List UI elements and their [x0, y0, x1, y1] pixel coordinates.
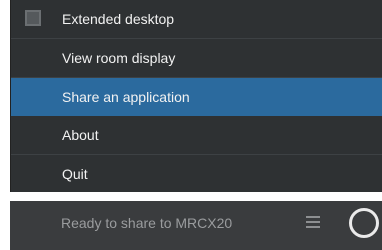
hamburger-line [306, 226, 320, 228]
menu-item-label: Share an application [62, 89, 190, 105]
extended-desktop-checkbox[interactable] [25, 10, 41, 26]
status-bar: Ready to share to MRCX20 [10, 201, 382, 250]
menu-item-about[interactable]: About [11, 116, 382, 154]
menu-item-label: Quit [62, 166, 88, 182]
hamburger-line [306, 221, 320, 223]
circle-icon[interactable] [349, 208, 379, 238]
hamburger-icon[interactable] [306, 216, 320, 228]
menu-item-share-an-application[interactable]: Share an application [11, 78, 382, 116]
menu-item-quit[interactable]: Quit [11, 155, 382, 193]
menu-item-label: About [62, 127, 99, 143]
hamburger-line [306, 216, 320, 218]
context-menu: Extended desktop View room display Share… [10, 0, 382, 192]
status-text: Ready to share to MRCX20 [61, 215, 233, 231]
menu-item-label: View room display [62, 50, 176, 66]
menu-item-extended-desktop[interactable]: Extended desktop [11, 0, 382, 38]
menu-item-label: Extended desktop [62, 11, 175, 27]
menu-item-view-room-display[interactable]: View room display [11, 39, 382, 77]
